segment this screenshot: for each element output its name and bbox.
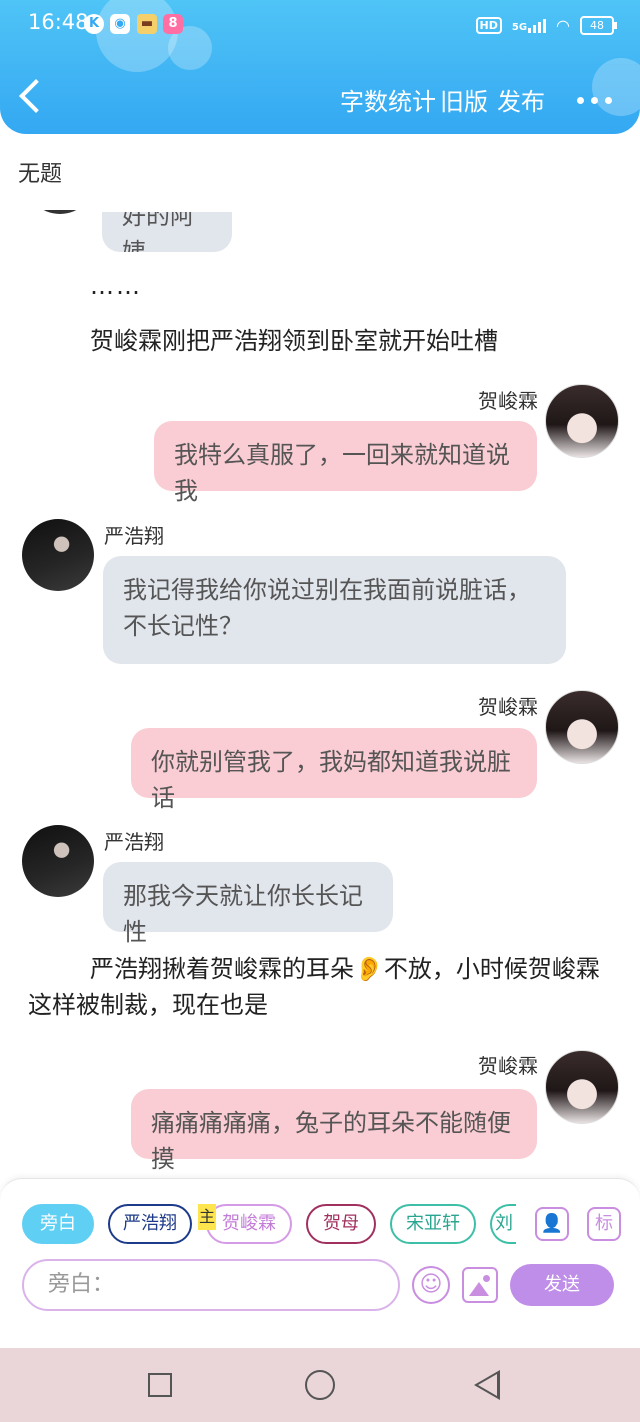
avatar (545, 690, 619, 764)
recent-apps-icon[interactable] (148, 1373, 172, 1397)
narration[interactable]: …… (90, 268, 142, 304)
role-chip-he-mother[interactable]: 贺母 (306, 1204, 376, 1244)
decor-bubble (592, 58, 640, 116)
role-chip-song-yaxuan[interactable]: 宋亚轩 (390, 1204, 476, 1244)
role-chip-he-junlin[interactable]: 贺峻霖 (206, 1204, 292, 1244)
scroll-mask (0, 142, 640, 210)
message-bubble[interactable]: 我记得我给你说过别在我面前说脏话，不长记性？ (103, 556, 566, 664)
role-chip-yan-haoxiang[interactable]: 严浩翔 (108, 1204, 192, 1244)
signal-bars (528, 17, 547, 33)
k-icon: K (84, 14, 104, 34)
message-bubble[interactable]: 痛痛痛痛痛，兔子的耳朵不能随便摸 (131, 1089, 537, 1173)
document-title: 无题 (18, 162, 63, 187)
top-bar: 16:48 K ◉ ▬ 8 HD 5G ◠ 48 字数统计 旧版 发布 (0, 0, 640, 134)
speaker-name: 严浩翔 (104, 524, 164, 548)
narration[interactable]: 严浩翔揪着贺峻霖的耳朵👂不放，小时候贺峻霖这样被制裁，现在也是 (28, 951, 618, 1023)
main-role-badge: 主 (198, 1204, 216, 1230)
speaker-name: 贺峻霖 (478, 695, 538, 719)
more-icon[interactable] (577, 97, 612, 104)
publish-button[interactable]: 发布 (497, 82, 545, 117)
wifi-app-icon: ◉ (110, 14, 130, 34)
message-bubble[interactable]: 我特么真服了，一回来就知道说我 (154, 421, 537, 505)
home-icon[interactable] (305, 1370, 335, 1400)
role-manage-icon[interactable]: 👤 (535, 1207, 569, 1241)
app2-icon: 8 (163, 14, 183, 34)
avatar (545, 384, 619, 458)
speaker-name: 贺峻霖 (478, 1054, 538, 1078)
old-version-button[interactable]: 旧版 (440, 82, 488, 117)
back-icon[interactable] (19, 79, 53, 113)
signal-label: 5G (511, 22, 528, 33)
narration[interactable]: 贺峻霖刚把严浩翔领到卧室就开始吐槽 (90, 323, 498, 359)
send-button[interactable]: 发送 (510, 1264, 614, 1306)
message-bubble[interactable]: 那我今天就让你长长记性 (103, 862, 393, 946)
nav-back-inner (478, 1374, 497, 1396)
battery-icon: 48 (580, 15, 617, 35)
speaker-name: 严浩翔 (104, 830, 164, 854)
decor-bubble (96, 0, 178, 72)
avatar (545, 1050, 619, 1124)
wifi-icon: ◠ (556, 15, 570, 35)
message-input[interactable]: 旁白： (22, 1259, 400, 1311)
tag-icon[interactable]: 标 (587, 1207, 621, 1241)
status-right: HD 5G ◠ 48 (475, 12, 617, 38)
status-time: 16:48 (28, 10, 89, 34)
signal-icon: 5G (511, 17, 547, 33)
image-icon[interactable] (462, 1267, 498, 1303)
word-count-button[interactable]: 字数统计 (340, 82, 436, 117)
speaker-name: 贺峻霖 (478, 389, 538, 413)
emoji-icon[interactable]: ☺ (412, 1266, 450, 1304)
avatar (22, 519, 94, 591)
app-icon: ▬ (137, 14, 157, 34)
hd-icon: HD (475, 16, 502, 34)
message-bubble[interactable]: 你就别管我了，我妈都知道我说脏话 (131, 728, 537, 812)
role-chip-narrator[interactable]: 旁白 (22, 1204, 94, 1244)
avatar (22, 825, 94, 897)
